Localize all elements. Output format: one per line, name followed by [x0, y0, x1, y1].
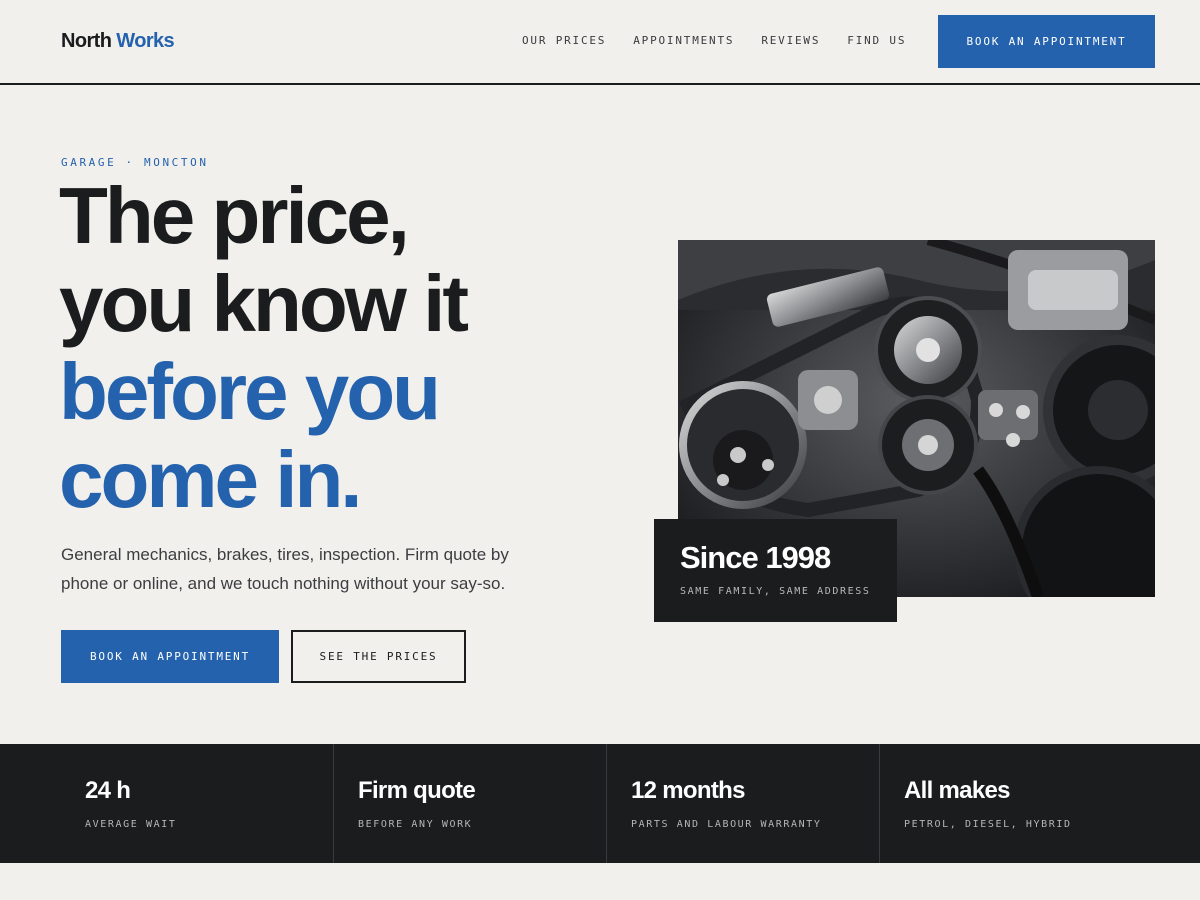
hero-description: General mechanics, brakes, tires, inspec…	[61, 545, 509, 593]
hero-book-button[interactable]: BOOK AN APPOINTMENT	[61, 630, 279, 683]
hero-prices-button[interactable]: SEE THE PRICES	[291, 630, 466, 683]
brand-name-part1: North	[61, 30, 112, 52]
nav-item-appointments[interactable]: APPOINTMENTS	[633, 34, 734, 47]
nav-item-prices[interactable]: OUR PRICES	[522, 34, 606, 47]
headline-accent-line-1: before you	[59, 347, 441, 436]
headline-accent-line-2: come in.	[59, 435, 363, 524]
headline-line-2: you know it	[59, 259, 469, 348]
stat-item: Firm quote BEFORE ANY WORK	[334, 744, 607, 863]
main-nav: OUR PRICES APPOINTMENTS REVIEWS FIND US	[522, 34, 906, 47]
stat-value: 24 h	[85, 777, 131, 804]
site-header: North Works OUR PRICES APPOINTMENTS REVI…	[0, 0, 1200, 85]
stat-label: BEFORE ANY WORK	[358, 819, 473, 830]
brand-logo[interactable]: North Works	[61, 30, 175, 53]
stat-label: AVERAGE WAIT	[85, 819, 177, 830]
since-subtitle: SAME FAMILY, SAME ADDRESS	[680, 586, 871, 597]
headline-line-1: The price,	[59, 171, 410, 260]
hero-headline: The price, you know it before you come i…	[59, 171, 469, 524]
header-book-button[interactable]: BOOK AN APPOINTMENT	[938, 15, 1155, 68]
nav-item-find-us[interactable]: FIND US	[847, 34, 906, 47]
since-title: Since 1998	[680, 540, 831, 575]
hero-eyebrow: GARAGE · MONCTON	[61, 156, 209, 169]
stats-bar: 24 h AVERAGE WAIT Firm quote BEFORE ANY …	[0, 744, 1200, 863]
nav-item-reviews[interactable]: REVIEWS	[761, 34, 820, 47]
stat-item: All makes PETROL, DIESEL, HYBRID	[880, 744, 1160, 863]
stat-label: PETROL, DIESEL, HYBRID	[904, 819, 1072, 830]
stat-value: 12 months	[631, 777, 745, 804]
stat-value: Firm quote	[358, 777, 476, 804]
stat-item: 12 months PARTS AND LABOUR WARRANTY	[607, 744, 880, 863]
stat-value: All makes	[904, 777, 1010, 804]
brand-name-part2: Works	[116, 30, 175, 52]
stat-label: PARTS AND LABOUR WARRANTY	[631, 819, 822, 830]
stat-item: 24 h AVERAGE WAIT	[61, 744, 334, 863]
since-badge: Since 1998 SAME FAMILY, SAME ADDRESS	[654, 519, 897, 622]
